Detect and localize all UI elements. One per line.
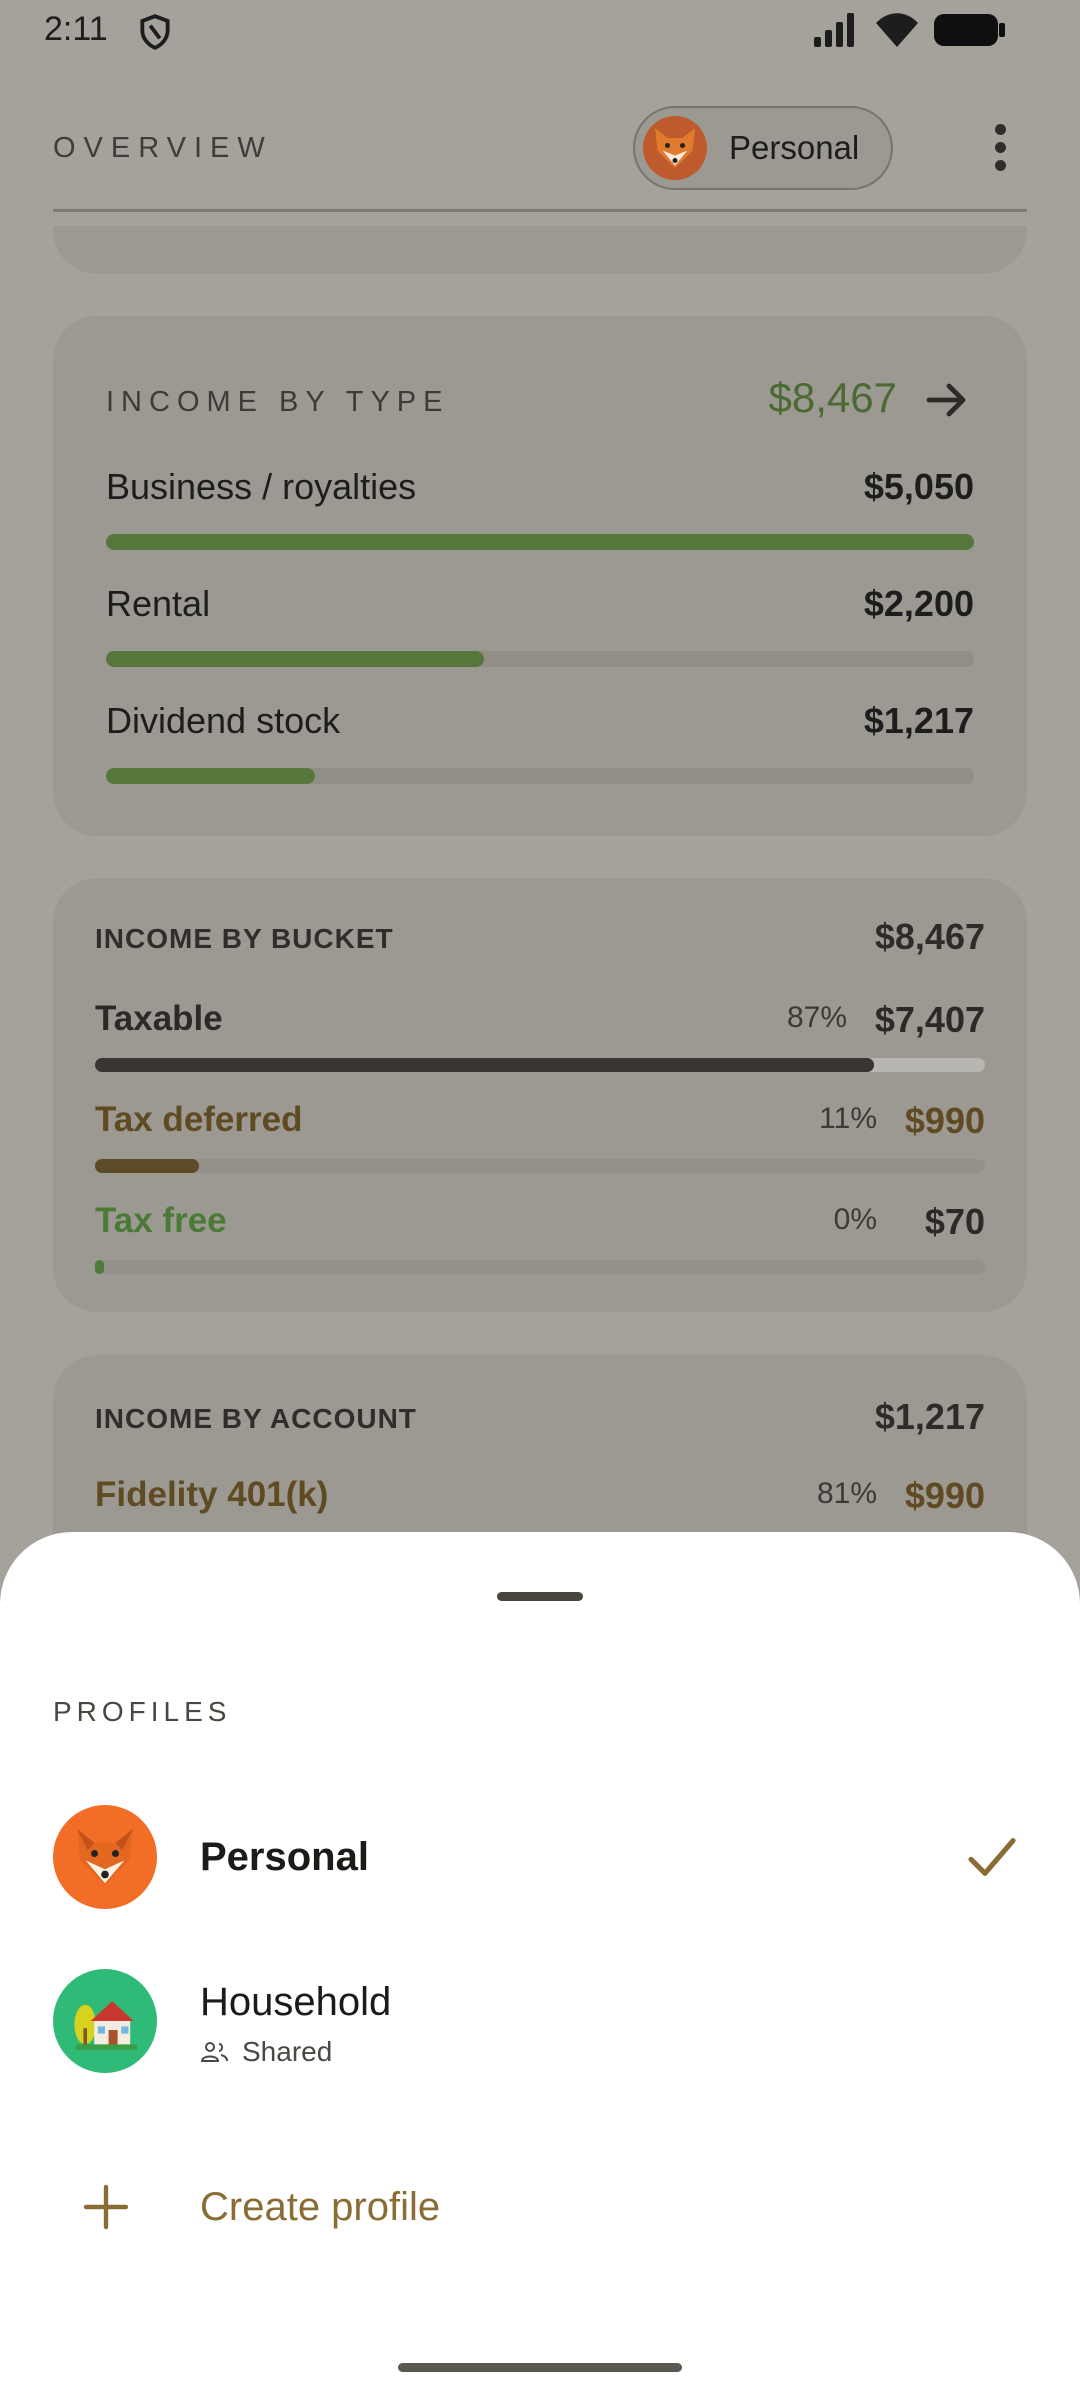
- income-type-bar-fill: [106, 534, 974, 550]
- income-type-value: $5,050: [863, 466, 974, 507]
- bucket-label-taxable: Taxable: [95, 999, 223, 1038]
- income-type-value: $2,200: [863, 583, 974, 624]
- check-icon: [968, 1838, 1016, 1876]
- fox-avatar-icon: [643, 116, 707, 180]
- page-title: OVERVIEW: [53, 132, 273, 164]
- profile-name: Personal: [200, 1835, 369, 1879]
- income-type-label: Business / royalties: [106, 466, 417, 507]
- bucket-bar-fill: [95, 1058, 874, 1072]
- arrow-right-icon[interactable]: [923, 376, 971, 424]
- gesture-nav-handle[interactable]: [398, 2363, 682, 2372]
- card-title: INCOME BY BUCKET: [95, 923, 394, 954]
- signal-icon: [814, 13, 854, 47]
- top-app-bar: OVERVIEW Personal: [53, 104, 1027, 212]
- card-total: $8,467: [874, 916, 985, 957]
- bucket-bar-fill: [95, 1260, 104, 1274]
- people-icon: [200, 2042, 228, 2062]
- income-by-bucket-card[interactable]: INCOME BY BUCKET $8,467 Taxable 87% $7,4…: [53, 878, 1027, 1312]
- income-type-label: Rental: [106, 583, 211, 624]
- account-value: $990: [904, 1475, 985, 1516]
- bucket-value: $990: [904, 1100, 985, 1141]
- status-time: 2:11: [44, 10, 108, 48]
- account-percent: 81%: [816, 1477, 877, 1510]
- card-title: INCOME BY ACCOUNT: [95, 1403, 417, 1434]
- create-profile-label: Create profile: [200, 2185, 441, 2229]
- bucket-percent: 0%: [833, 1203, 877, 1236]
- income-type-bar-fill: [106, 768, 316, 784]
- plus-icon: [83, 2184, 129, 2230]
- profiles-bottom-sheet: PROFILES Personal Household Shared Creat…: [0, 1532, 1080, 2400]
- card-total: $1,217: [874, 1396, 985, 1437]
- bucket-label-tax-deferred: Tax deferred: [95, 1100, 303, 1139]
- income-type-bar-fill: [106, 651, 485, 667]
- income-type-bar: [106, 534, 974, 550]
- profile-chip-label: Personal: [729, 129, 860, 166]
- status-icons: [814, 12, 1006, 48]
- more-options-icon[interactable]: [995, 124, 1007, 172]
- income-type-bar: [106, 651, 974, 667]
- profile-row-personal[interactable]: Personal: [0, 1782, 1080, 1932]
- shared-label: Shared: [242, 2036, 333, 2067]
- profile-row-household[interactable]: Household Shared: [0, 1952, 1080, 2102]
- profile-name: Household: [200, 1980, 392, 2024]
- card-total: $8,467: [768, 374, 897, 421]
- bucket-bar-fill: [95, 1159, 200, 1173]
- previous-card-edge: [53, 226, 1027, 274]
- bucket-bar: [95, 1260, 985, 1274]
- bucket-bar: [95, 1058, 985, 1072]
- bucket-value: $7,407: [874, 999, 985, 1040]
- bucket-percent: 87%: [786, 1001, 847, 1034]
- wifi-icon: [876, 13, 918, 47]
- income-type-value: $1,217: [863, 700, 974, 741]
- income-type-bar: [106, 768, 974, 784]
- battery-icon: [934, 14, 1005, 46]
- income-type-label: Dividend stock: [106, 700, 341, 741]
- status-bar: 2:11: [0, 0, 1080, 62]
- bucket-bar: [95, 1159, 985, 1173]
- fox-avatar-icon: [53, 1805, 157, 1909]
- drag-handle[interactable]: [497, 1592, 583, 1601]
- house-avatar-icon: [53, 1969, 157, 2073]
- bucket-percent: 11%: [819, 1102, 877, 1135]
- profile-switcher-chip[interactable]: Personal: [633, 106, 893, 190]
- account-label: Fidelity 401(k): [95, 1475, 329, 1514]
- bucket-label-tax-free: Tax free: [95, 1201, 227, 1240]
- card-title: INCOME BY TYPE: [106, 386, 450, 418]
- income-by-type-card[interactable]: INCOME BY TYPE $8,467 Business / royalti…: [53, 316, 1027, 836]
- bucket-value: $70: [924, 1201, 985, 1242]
- create-profile-row[interactable]: Create profile: [0, 2132, 1080, 2282]
- shared-indicator: Shared: [200, 2036, 332, 2068]
- shield-icon: [140, 14, 170, 50]
- sheet-title: PROFILES: [53, 1696, 232, 1727]
